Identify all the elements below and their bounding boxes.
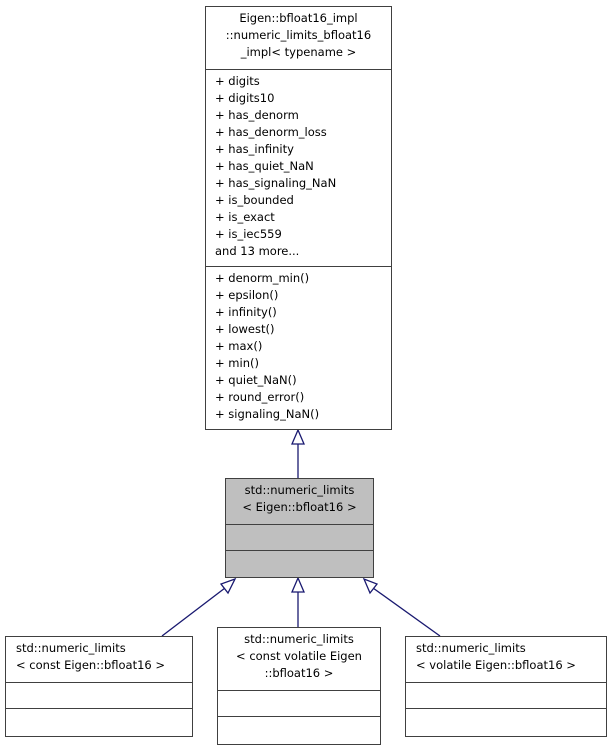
title-line: < Eigen::bfloat16 > bbox=[242, 500, 357, 514]
method-item: + signaling_NaN() bbox=[215, 407, 320, 421]
attribute-item: + is_bounded bbox=[215, 193, 294, 207]
child-class-attributes bbox=[218, 690, 380, 716]
method-item: + min() bbox=[215, 356, 259, 370]
title-line: std::numeric_limits bbox=[416, 641, 526, 655]
attribute-item: + has_quiet_NaN bbox=[215, 159, 314, 173]
arrowhead-child3 bbox=[362, 577, 379, 595]
title-line: < const volatile Eigen bbox=[236, 649, 362, 663]
arrowhead-child1 bbox=[219, 577, 237, 595]
child-class-title: std::numeric_limits < const volatile Eig… bbox=[218, 628, 380, 690]
title-line: ::bfloat16 > bbox=[264, 666, 334, 680]
title-line: Eigen::bfloat16_impl bbox=[239, 11, 358, 25]
edge-child3-to-current bbox=[372, 587, 441, 637]
base-class-attributes: + digits + digits10 + has_denorm + has_d… bbox=[206, 69, 391, 266]
child-class-node-const-volatile[interactable]: std::numeric_limits < const volatile Eig… bbox=[217, 627, 381, 745]
title-line: < volatile Eigen::bfloat16 > bbox=[416, 658, 576, 672]
current-class-title: std::numeric_limits < Eigen::bfloat16 > bbox=[226, 479, 373, 524]
child-class-methods bbox=[6, 708, 192, 734]
child-class-title: std::numeric_limits < const Eigen::bfloa… bbox=[6, 637, 192, 682]
attribute-item: + digits10 bbox=[215, 91, 275, 105]
child-class-methods bbox=[218, 716, 380, 742]
title-line: std::numeric_limits bbox=[244, 632, 354, 646]
method-item: + max() bbox=[215, 339, 263, 353]
attribute-item: + is_iec559 bbox=[215, 227, 282, 241]
arrowhead-child2 bbox=[291, 576, 305, 593]
title-line: < const Eigen::bfloat16 > bbox=[16, 658, 166, 672]
method-item: + round_error() bbox=[215, 390, 305, 404]
child-class-title: std::numeric_limits < volatile Eigen::bf… bbox=[406, 637, 606, 682]
attribute-item: + digits bbox=[215, 74, 260, 88]
method-item: + denorm_min() bbox=[215, 271, 310, 285]
method-item: + infinity() bbox=[215, 305, 277, 319]
edge-child1-to-current bbox=[161, 587, 226, 637]
child-class-methods bbox=[406, 708, 606, 734]
base-class-methods: + denorm_min() + epsilon() + infinity() … bbox=[206, 266, 391, 428]
base-class-node[interactable]: Eigen::bfloat16_impl ::numeric_limits_bf… bbox=[205, 6, 392, 430]
attribute-item: + is_exact bbox=[215, 210, 275, 224]
title-line: _impl< typename > bbox=[240, 45, 357, 59]
base-class-title: Eigen::bfloat16_impl ::numeric_limits_bf… bbox=[206, 7, 391, 69]
current-class-methods bbox=[226, 550, 373, 576]
method-item: + quiet_NaN() bbox=[215, 373, 297, 387]
child-class-attributes bbox=[6, 682, 192, 708]
child-class-node-const[interactable]: std::numeric_limits < const Eigen::bfloa… bbox=[5, 636, 193, 737]
attribute-item: + has_denorm bbox=[215, 108, 299, 122]
child-class-attributes bbox=[406, 682, 606, 708]
attribute-item: + has_infinity bbox=[215, 142, 294, 156]
current-class-node: std::numeric_limits < Eigen::bfloat16 > bbox=[225, 478, 374, 578]
attribute-item: + has_signaling_NaN bbox=[215, 176, 337, 190]
attribute-item: + has_denorm_loss bbox=[215, 125, 327, 139]
child-class-node-volatile[interactable]: std::numeric_limits < volatile Eigen::bf… bbox=[405, 636, 607, 737]
arrowhead-base bbox=[291, 428, 305, 445]
current-class-attributes bbox=[226, 524, 373, 550]
title-line: ::numeric_limits_bfloat16 bbox=[225, 28, 372, 42]
more-attributes-link[interactable]: and 13 more... bbox=[215, 243, 391, 260]
method-item: + lowest() bbox=[215, 322, 275, 336]
method-item: + epsilon() bbox=[215, 288, 279, 302]
title-line: std::numeric_limits bbox=[244, 483, 355, 497]
title-line: std::numeric_limits bbox=[16, 641, 126, 655]
